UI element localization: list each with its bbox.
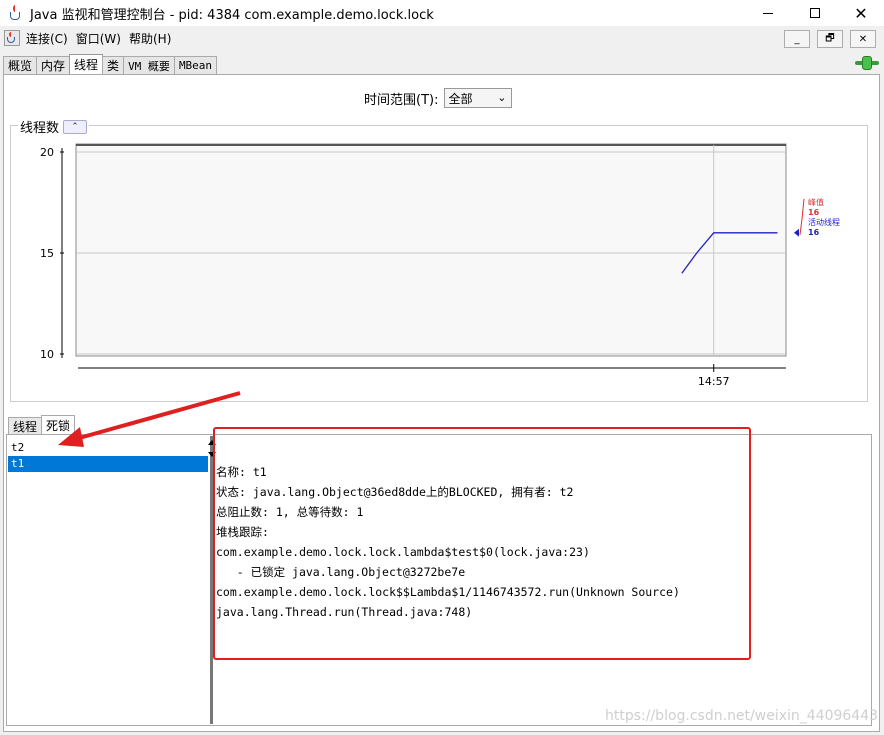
y-tick-label: 20	[40, 146, 54, 159]
close-button[interactable]: ✕	[838, 0, 884, 26]
tab-classes[interactable]: 类	[102, 56, 125, 74]
y-tick-label: 15	[40, 247, 54, 260]
internal-minimize-button[interactable]: _	[784, 30, 810, 48]
java-cup-icon[interactable]	[4, 30, 20, 46]
legend-live-label: 活动线程	[808, 217, 840, 227]
minimize-button[interactable]	[745, 0, 791, 26]
minimize-icon	[763, 12, 773, 14]
minimize-icon: _	[794, 33, 800, 45]
time-range-select[interactable]: 全部 ⌄	[444, 88, 513, 108]
thread-count-chart: 10152014:57峰值16活动线程16	[40, 143, 840, 388]
annotation-arrow	[58, 391, 241, 447]
legend-peak-label: 峰值	[808, 197, 824, 207]
legend-peak-value: 16	[808, 208, 820, 217]
time-range: 时间范围(T): 全部 ⌄	[364, 88, 513, 108]
menu-bar: 连接(C) 窗口(W) 帮助(H)	[0, 27, 884, 49]
close-icon: ✕	[854, 3, 868, 23]
title-bar: Java 监视和管理控制台 - pid: 4384 com.example.de…	[0, 0, 884, 26]
connection-icon[interactable]	[855, 56, 879, 70]
restore-icon: 🗗	[825, 32, 835, 44]
tab-overview[interactable]: 概览	[3, 56, 38, 74]
main-tabs: 概览 内存 线程 类 VM 概要 MBean	[3, 54, 218, 74]
chart-title: 线程数 ⌃	[18, 117, 90, 136]
chart-title-text: 线程数	[20, 121, 60, 136]
x-tick-label: 14:57	[698, 375, 730, 388]
window-title: Java 监视和管理控制台 - pid: 4384 com.example.de…	[30, 7, 434, 23]
tab-memory[interactable]: 内存	[36, 56, 71, 74]
tab-mbean[interactable]: MBean	[173, 56, 218, 74]
y-tick-label: 10	[40, 348, 54, 361]
tab-threads-list[interactable]: 线程	[8, 417, 43, 435]
time-range-value: 全部	[448, 91, 473, 106]
legend-connector	[799, 198, 805, 235]
collapse-button[interactable]: ⌃	[63, 119, 88, 134]
legend-marker	[794, 228, 799, 237]
maximize-button[interactable]	[792, 0, 838, 26]
menu-connect[interactable]: 连接(C)	[26, 30, 68, 47]
internal-restore-button[interactable]: 🗗	[817, 30, 843, 48]
maximize-icon	[810, 8, 820, 18]
menu-window[interactable]: 窗口(W)	[76, 30, 121, 47]
plot-area	[75, 143, 787, 357]
java-cup-icon	[8, 5, 24, 21]
highlight-box	[213, 427, 751, 660]
menu-help[interactable]: 帮助(H)	[129, 30, 171, 47]
chevron-down-icon: ⌄	[497, 91, 507, 104]
watermark: https://blog.csdn.net/weixin_44096443	[605, 708, 879, 724]
time-range-label: 时间范围(T):	[364, 92, 439, 108]
internal-close-button[interactable]: ✕	[850, 30, 876, 48]
list-item[interactable]: t1	[8, 456, 208, 472]
close-icon: ✕	[858, 33, 868, 45]
tab-vm-summary[interactable]: VM 概要	[123, 56, 175, 74]
legend-live-value: 16	[808, 228, 820, 237]
chevron-up-icon: ⌃	[71, 121, 79, 132]
tab-threads[interactable]: 线程	[69, 54, 104, 74]
